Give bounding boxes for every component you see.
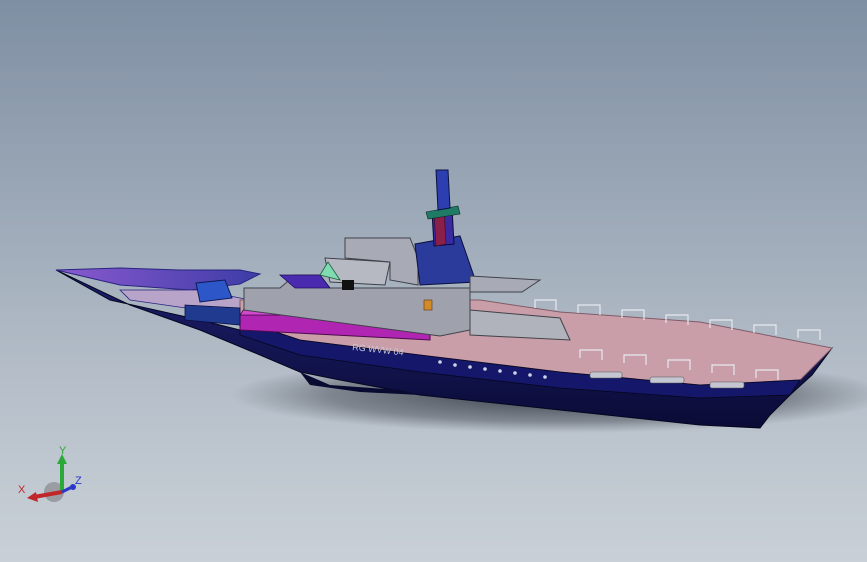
x-axis-arrow — [27, 492, 38, 502]
ship-model[interactable]: RG WVW 04 — [0, 0, 867, 562]
x-axis-label: X — [18, 484, 26, 496]
z-axis-label: Z — [75, 475, 82, 487]
coordinate-triad[interactable]: X Y Z — [14, 440, 94, 510]
forward-block[interactable] — [195, 279, 233, 303]
graphics-viewport[interactable]: RG WVW 04 X Y Z — [0, 0, 867, 562]
aft-structure-deck[interactable] — [469, 275, 542, 293]
mast-top[interactable] — [435, 169, 451, 211]
bridge-opening — [342, 280, 354, 290]
orange-locker — [423, 299, 433, 311]
y-axis-label: Y — [59, 445, 67, 457]
